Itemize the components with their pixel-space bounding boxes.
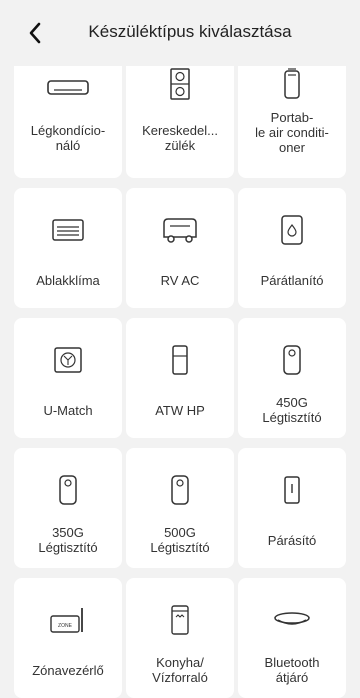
device-label: U-Match [43,402,93,418]
air-conditioner-icon [14,68,122,108]
heat-pump-icon [126,340,234,380]
device-label: Ablakklíma [36,272,100,288]
device-card-bluetooth-gateway[interactable]: Bluetooth átjáró [238,578,346,698]
device-label: ATW HP [155,402,205,418]
device-card-kettle[interactable]: Konyha/ Vízforraló [126,578,234,698]
device-label: Párátlanító [260,272,324,288]
device-label: Kereskedel... zülék [142,123,218,153]
device-card-500g-purifier[interactable]: 500G Légtisztító [126,448,234,568]
device-label: 350G Légtisztító [38,525,98,555]
commercial-unit-icon [126,66,234,104]
kettle-icon [126,600,234,640]
device-label: Zónavezérlő [32,662,104,678]
bluetooth-gateway-icon [238,600,346,640]
device-card-350g-purifier[interactable]: 350G Légtisztító [14,448,122,568]
page-title: Készüléktípus kiválasztása [88,22,292,41]
rv-ac-icon [126,210,234,250]
dehumidifier-icon [238,210,346,250]
device-card-rv-ac[interactable]: RV AC [126,188,234,308]
air-purifier-icon [238,340,346,380]
device-card-u-match[interactable]: U-Match [14,318,122,438]
device-label: Portab- le air conditi- oner [255,109,329,155]
header: Készüléktípus kiválasztása [0,0,360,68]
humidifier-icon [238,470,346,510]
device-card-atw-hp[interactable]: ATW HP [126,318,234,438]
device-label: Bluetooth átjáró [264,655,320,685]
device-card-window-ac[interactable]: Ablakklíma [14,188,122,308]
device-label: 450G Légtisztító [262,395,322,425]
device-label: Párásító [267,532,317,548]
air-purifier-icon [14,470,122,510]
device-card-zone-controller[interactable]: ZONE Zónavezérlő [14,578,122,698]
air-purifier-icon [126,470,234,510]
device-label: Konyha/ Vízforraló [152,655,208,685]
zone-controller-icon: ZONE [14,600,122,640]
device-card-450g-purifier[interactable]: 450G Légtisztító [238,318,346,438]
device-card-commercial[interactable]: Kereskedel... zülék [126,66,234,178]
u-match-icon [14,340,122,380]
device-label: RV AC [160,272,200,288]
device-type-grid: Légkondício- náló Kereskedel... zülék Po… [12,66,348,698]
device-label: Légkondício- náló [30,123,106,153]
device-label: 500G Légtisztító [150,525,210,555]
device-card-humidifier[interactable]: Párásító [238,448,346,568]
portable-ac-icon [238,66,346,104]
window-ac-icon [14,210,122,250]
device-card-air-conditioner[interactable]: Légkondício- náló [14,66,122,178]
svg-text:ZONE: ZONE [58,623,73,629]
device-card-dehumidifier[interactable]: Párátlanító [238,188,346,308]
device-card-portable-ac[interactable]: Portab- le air conditi- oner [238,66,346,178]
